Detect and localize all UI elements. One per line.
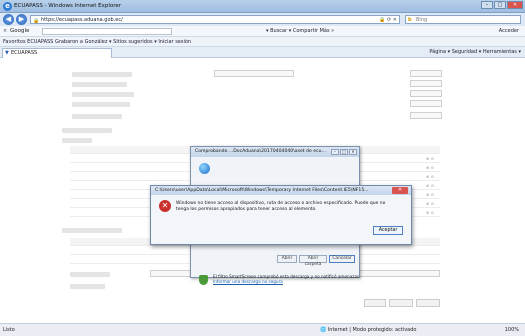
- background-field: [62, 138, 92, 143]
- security-zone-label: Internet | Modo protegido: activado: [327, 327, 417, 333]
- security-zone[interactable]: 🌐 Internet | Modo protegido: activado: [320, 327, 416, 333]
- maximize-button[interactable]: □: [340, 149, 348, 155]
- title-bar: e ECUAPASS - Windows Internet Explorer –…: [0, 0, 525, 13]
- background-field: [62, 228, 122, 233]
- command-bar[interactable]: Página ▾ Seguridad ▾ Herramientas ▾: [429, 49, 521, 55]
- background-field: [410, 70, 442, 77]
- tab-ecuapass[interactable]: ▼ ECUAPASS: [2, 48, 112, 58]
- google-toolbar: × Google ▾ Buscar ▾ Compartir Más » Acce…: [0, 26, 525, 37]
- forward-button[interactable]: ▶: [16, 14, 27, 25]
- background-field: [72, 114, 122, 119]
- background-button: [389, 299, 413, 307]
- ok-button[interactable]: Aceptar: [373, 226, 403, 235]
- search-input[interactable]: b Bing: [405, 15, 521, 24]
- smartscreen-shield-icon: [199, 275, 208, 285]
- window-controls: – □ ✕: [481, 1, 523, 9]
- sign-in-link[interactable]: Acceder: [499, 28, 519, 34]
- background-field: [62, 128, 112, 133]
- google-label: Google: [10, 28, 30, 34]
- background-field: [72, 92, 134, 97]
- cancel-button[interactable]: Cancelar: [329, 255, 355, 263]
- globe-icon: [199, 163, 210, 174]
- search-placeholder: Bing: [416, 17, 428, 23]
- background-field: [72, 102, 130, 107]
- address-tools-icons[interactable]: 🔒 ⟳ ✕: [379, 16, 397, 24]
- back-button[interactable]: ◀: [3, 14, 14, 25]
- lock-icon: 🔒: [33, 18, 40, 24]
- background-field: [410, 100, 442, 107]
- download-dialog-controls: – □ ✕: [331, 149, 357, 155]
- background-field: [70, 284, 105, 289]
- close-button[interactable]: ✕: [349, 149, 357, 155]
- background-field: [410, 80, 442, 87]
- globe-icon: 🌐: [320, 327, 328, 333]
- close-toolbar-icon[interactable]: ×: [3, 28, 7, 34]
- favorites-links[interactable]: Favoritos ECUAPASS Grabaron a González ▾…: [3, 39, 191, 45]
- background-field: [70, 272, 110, 277]
- open-folder-button[interactable]: Abrir carpeta: [299, 255, 327, 267]
- background-field: [214, 70, 294, 77]
- window-title: ECUAPASS - Windows Internet Explorer: [14, 3, 122, 9]
- error-message-line-2: tenga los permisos apropiados para tener…: [176, 207, 317, 212]
- address-url: https://ecuapass.aduana.gob.ec/: [41, 17, 123, 23]
- minimize-button[interactable]: –: [481, 1, 493, 9]
- background-field: [410, 112, 442, 119]
- close-button[interactable]: ✕: [507, 1, 523, 9]
- error-dialog: C:\Users\user\AppData\Local\Microsoft\Wi…: [150, 185, 412, 245]
- tab-label: ECUAPASS: [11, 50, 38, 56]
- close-button[interactable]: ✕: [392, 187, 408, 194]
- page-content: ⊕ ⊖ ⊕ ⊖ ⊕ ⊖ ⊕ ⊖ ⊕ ⊖ ⊕ ⊖ ⊕ ⊖ Comprobando …: [0, 58, 525, 323]
- internet-explorer-icon: e: [3, 2, 12, 11]
- background-field: [410, 90, 442, 97]
- google-search-input[interactable]: [42, 28, 172, 35]
- bing-icon: b: [408, 17, 412, 23]
- error-message-line-1: Windows no tiene acceso al dispositivo, …: [176, 201, 386, 206]
- background-field: [72, 82, 127, 87]
- site-favicon-icon: ▼: [5, 50, 9, 56]
- address-row: ◀ ▶ 🔒 https://ecuapass.aduana.gob.ec/ 🔒 …: [0, 13, 525, 26]
- open-button[interactable]: Abrir: [277, 255, 297, 263]
- report-unsafe-download-link[interactable]: Informar una descarga no segura: [213, 279, 283, 284]
- zoom-level[interactable]: 100%: [505, 327, 519, 333]
- favorites-bar: Favoritos ECUAPASS Grabaron a González ▾…: [0, 37, 525, 47]
- error-icon: ✕: [159, 200, 171, 212]
- background-button: [416, 299, 440, 307]
- google-tools[interactable]: ▾ Buscar ▾ Compartir Más »: [266, 28, 334, 34]
- tab-bar: ▼ ECUAPASS Página ▾ Seguridad ▾ Herramie…: [0, 47, 525, 58]
- error-dialog-title: C:\Users\user\AppData\Local\Microsoft\Wi…: [151, 186, 411, 195]
- minimize-button[interactable]: –: [331, 149, 339, 155]
- background-field: [72, 72, 132, 77]
- maximize-button[interactable]: □: [494, 1, 506, 9]
- status-text: Listo: [3, 327, 15, 333]
- background-button: [364, 299, 386, 307]
- status-bar: Listo 🌐 Internet | Modo protegido: activ…: [0, 323, 525, 336]
- address-bar[interactable]: 🔒 https://ecuapass.aduana.gob.ec/ 🔒 ⟳ ✕: [30, 15, 400, 24]
